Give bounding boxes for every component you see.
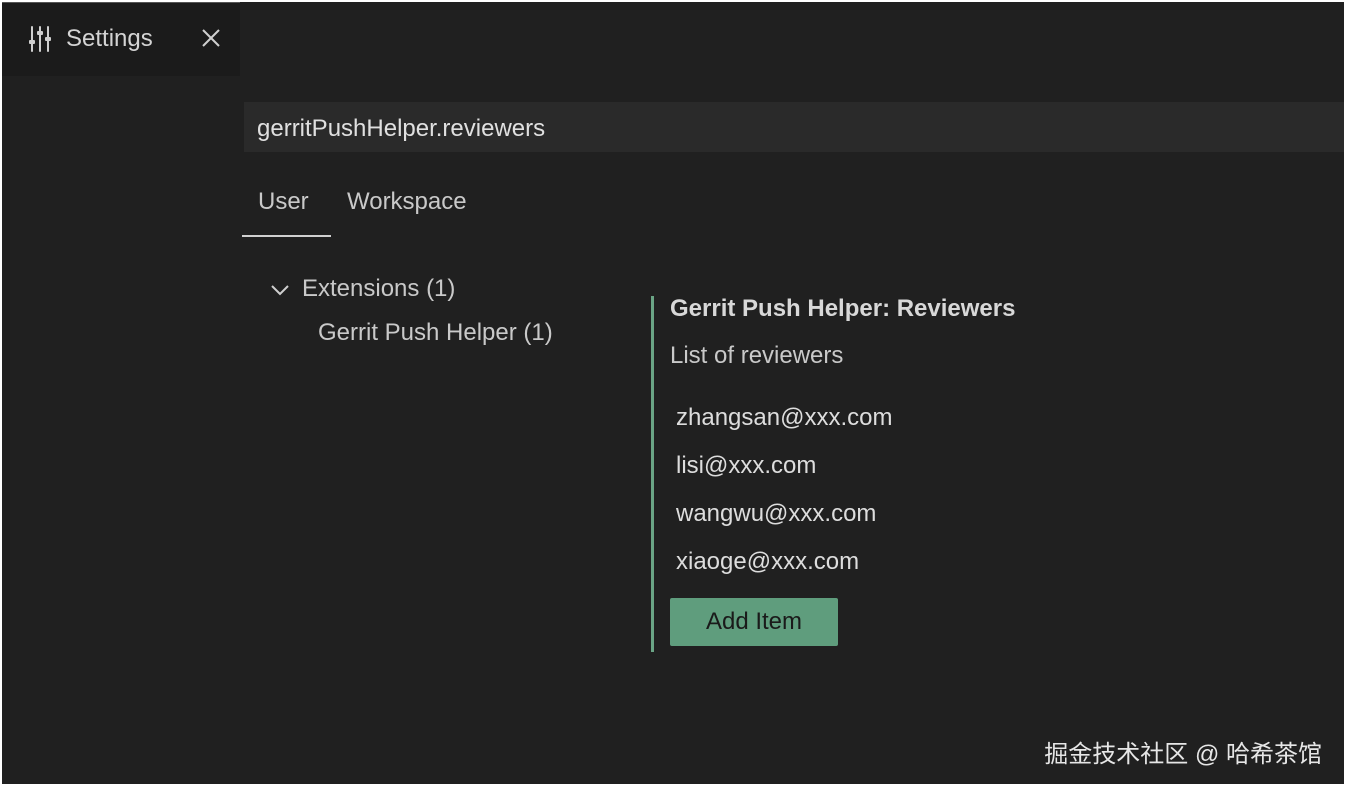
setting-title: Gerrit Push Helper: Reviewers: [670, 295, 1016, 322]
tab-workspace[interactable]: Workspace: [347, 188, 467, 216]
list-item[interactable]: wangwu@xxx.com: [676, 500, 876, 528]
tab-user[interactable]: User: [258, 188, 309, 216]
settings-search-input[interactable]: gerritPushHelper.reviewers: [244, 102, 1344, 152]
tab-title: Settings: [66, 25, 153, 52]
chevron-down-icon[interactable]: [270, 282, 290, 298]
add-item-button[interactable]: Add Item: [670, 598, 838, 646]
settings-sliders-icon: [28, 25, 52, 53]
toc-item-gerrit-push-helper[interactable]: Gerrit Push Helper (1): [318, 319, 553, 347]
settings-editor-tab[interactable]: Settings: [2, 2, 240, 76]
toc-group-extensions[interactable]: Extensions (1): [302, 275, 455, 303]
tab-bar-empty-area: [240, 2, 1344, 76]
watermark: 掘金技术社区 @ 哈希茶馆: [1044, 741, 1322, 768]
setting-description: List of reviewers: [670, 342, 844, 369]
list-item[interactable]: xiaoge@xxx.com: [676, 548, 859, 576]
list-item[interactable]: zhangsan@xxx.com: [676, 404, 892, 432]
settings-window: Settings gerritPushHelper.reviewers User…: [2, 2, 1344, 784]
list-item[interactable]: lisi@xxx.com: [676, 452, 816, 480]
setting-focus-bar: [651, 296, 654, 652]
close-icon[interactable]: [200, 27, 222, 49]
active-tab-indicator: [242, 235, 331, 237]
